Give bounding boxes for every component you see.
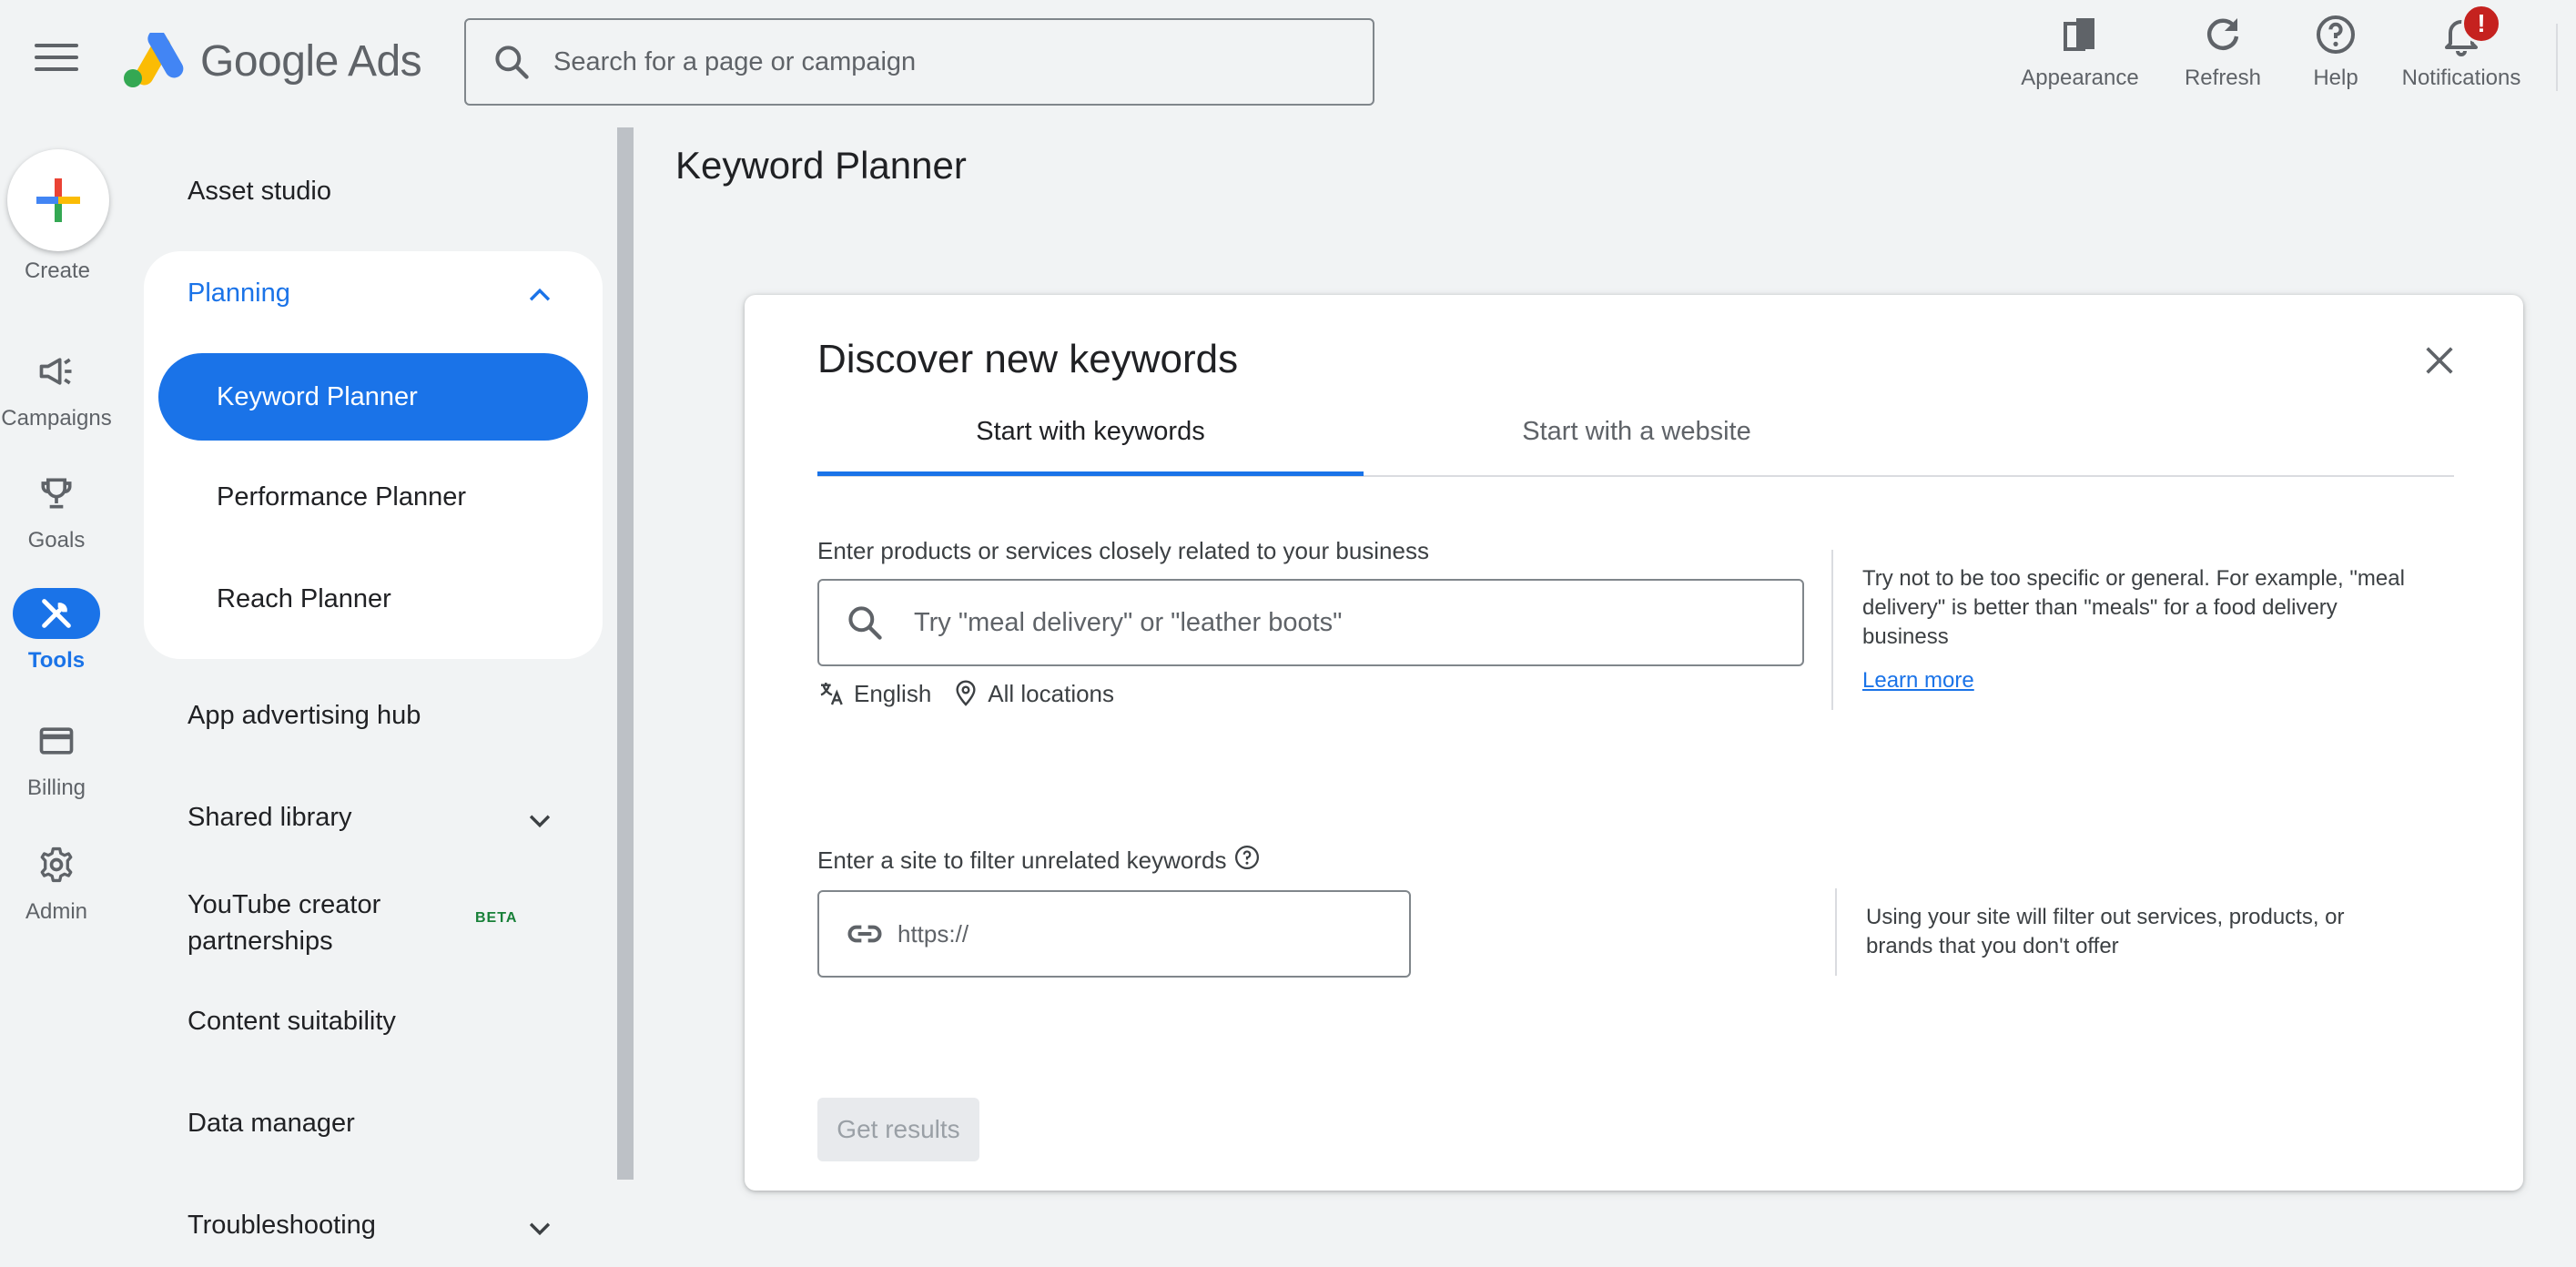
google-ads-logo[interactable] <box>120 33 186 89</box>
rail-campaigns[interactable]: Campaigns <box>0 346 113 431</box>
help-icon <box>2317 15 2355 54</box>
nav-reach-planner[interactable]: Reach Planner <box>217 584 391 614</box>
nav-shared-library[interactable]: Shared library <box>188 803 352 833</box>
search-placeholder: Search for a page or campaign <box>553 46 917 76</box>
site-field-label-row: Enter a site to filter unrelated keyword… <box>817 844 1261 875</box>
nav-performance-planner[interactable]: Performance Planner <box>217 482 466 512</box>
question-circle-icon[interactable] <box>1233 844 1261 871</box>
nav-planning[interactable]: Planning <box>188 279 290 309</box>
close-icon[interactable] <box>2421 342 2458 379</box>
rail-goals-label: Goals <box>27 528 86 552</box>
megaphone-icon <box>39 358 72 385</box>
site-placeholder: https:// <box>898 919 969 948</box>
appearance-icon <box>2064 18 2094 51</box>
menu-icon[interactable] <box>35 44 78 80</box>
rail-admin[interactable]: Admin <box>0 839 113 925</box>
divider <box>1831 550 1833 710</box>
plus-icon <box>36 178 80 222</box>
trophy-icon <box>41 478 72 509</box>
create-button[interactable] <box>7 149 109 251</box>
divider <box>1835 888 1837 976</box>
credit-card-icon <box>39 727 74 755</box>
site-field-label: Enter a site to filter unrelated keyword… <box>817 846 1227 874</box>
divider <box>2556 24 2558 91</box>
beta-badge: BETA <box>475 910 518 926</box>
search-icon <box>495 46 529 79</box>
rail-tools-label: Tools <box>27 648 86 673</box>
active-tab-indicator <box>817 471 1364 476</box>
keywords-help-text: Try not to be too specific or general. F… <box>1862 566 2405 649</box>
language-location-row: English All locations <box>817 679 1114 708</box>
location-selector[interactable]: All locations <box>951 679 1114 708</box>
tab-start-with-keywords[interactable]: Start with keywords <box>817 417 1364 477</box>
chevron-down-icon[interactable] <box>524 1212 555 1243</box>
nav-app-advertising-hub[interactable]: App advertising hub <box>188 701 421 731</box>
help-label: Help <box>2313 66 2358 90</box>
nav-content-suitability[interactable]: Content suitability <box>188 1007 396 1037</box>
refresh-icon <box>2206 18 2239 50</box>
tools-icon <box>42 599 71 628</box>
rail-campaigns-label: Campaigns <box>1 406 112 431</box>
search-input[interactable]: Search for a page or campaign <box>464 18 1374 106</box>
nav-troubleshooting[interactable]: Troubleshooting <box>188 1211 376 1241</box>
page-title: Keyword Planner <box>675 144 967 187</box>
nav-youtube-line1: YouTube creator <box>188 890 381 919</box>
dialog-title: Discover new keywords <box>817 337 1239 381</box>
brand-name: Google Ads <box>200 37 422 86</box>
rail-tools[interactable]: Tools <box>0 588 113 674</box>
chevron-up-icon[interactable] <box>524 280 555 311</box>
site-help-text: Using your site will filter out services… <box>1866 905 2345 958</box>
translate-icon <box>820 683 843 705</box>
nav-youtube-creator-partnerships[interactable]: YouTube creator partnerships <box>188 887 380 959</box>
get-results-button[interactable]: Get results <box>817 1098 979 1161</box>
keywords-input[interactable]: Try "meal delivery" or "leather boots" <box>817 579 1804 666</box>
gear-icon <box>40 846 73 883</box>
rail-admin-label: Admin <box>25 899 88 924</box>
rail-billing-label: Billing <box>26 775 86 800</box>
notifications-label: Notifications <box>2401 66 2521 90</box>
tab-start-with-website[interactable]: Start with a website <box>1364 417 1910 477</box>
refresh-label: Refresh <box>2184 66 2262 90</box>
create-label: Create <box>24 258 91 283</box>
learn-more-link[interactable]: Learn more <box>1862 668 1974 694</box>
rail-goals[interactable]: Goals <box>0 468 113 553</box>
appearance-button[interactable]: Appearance <box>2012 13 2148 91</box>
help-button[interactable]: Help <box>2297 13 2374 91</box>
language-selector[interactable]: English <box>817 679 931 708</box>
notification-badge: ! <box>2461 4 2501 44</box>
nav-data-manager[interactable]: Data manager <box>188 1109 355 1139</box>
chevron-down-icon[interactable] <box>524 805 555 836</box>
keywords-placeholder: Try "meal delivery" or "leather boots" <box>914 607 1343 637</box>
link-icon <box>847 925 882 943</box>
language-value: English <box>854 679 932 707</box>
site-url-input[interactable]: https:// <box>817 890 1411 978</box>
location-value: All locations <box>988 679 1115 707</box>
location-pin-icon <box>956 680 976 706</box>
keywords-field-label: Enter products or services closely relat… <box>817 537 1429 564</box>
rail-billing[interactable]: Billing <box>0 715 113 801</box>
appearance-label: Appearance <box>2021 66 2139 90</box>
search-icon <box>848 606 882 640</box>
nav-scrollbar[interactable] <box>617 127 634 1180</box>
refresh-button[interactable]: Refresh <box>2168 13 2277 91</box>
nav-asset-studio[interactable]: Asset studio <box>188 177 331 207</box>
nav-keyword-planner[interactable]: Keyword Planner <box>158 353 588 441</box>
nav-youtube-line2: partnerships <box>188 927 333 956</box>
